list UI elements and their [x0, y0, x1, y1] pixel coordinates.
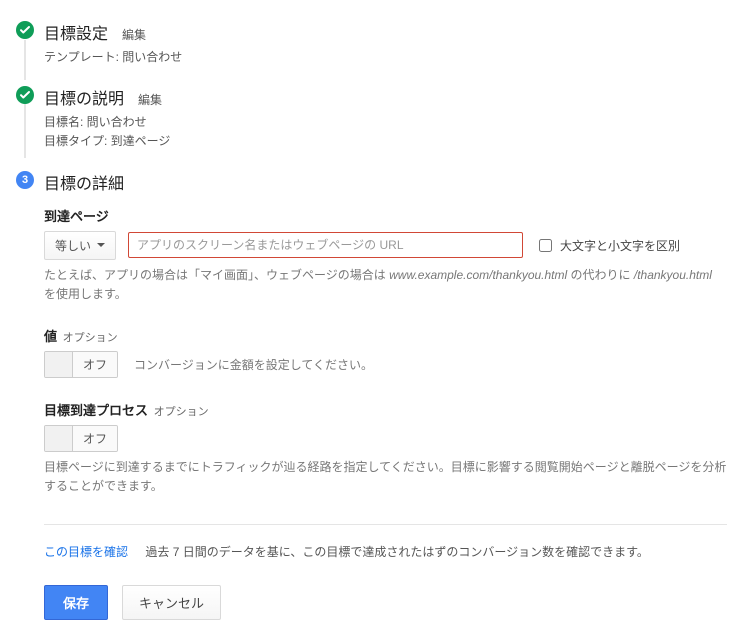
edit-link[interactable]: 編集	[138, 91, 162, 108]
goal-setup-wizard: 目標設定 編集 テンプレート: 問い合わせ 目標の説明 編集 目標名: 問い合わ…	[16, 20, 727, 620]
step-goal-setup: 目標設定 編集 テンプレート: 問い合わせ	[16, 20, 727, 67]
funnel-help: 目標ページに到達するまでにトラフィックが辿る経路を指定してください。目標に影響す…	[44, 458, 727, 496]
check-circle-icon	[16, 21, 34, 39]
value-heading: 値 オプション	[44, 326, 727, 345]
action-buttons: 保存 キャンセル	[44, 585, 727, 620]
verify-description: 過去 7 日間のデータを基に、この目標で達成されたはずのコンバージョン数を確認で…	[145, 545, 649, 559]
chevron-down-icon	[97, 243, 105, 247]
step-summary-type: 目標タイプ: 到達ページ	[44, 132, 727, 151]
value-help: コンバージョンに金額を設定してください。	[134, 356, 373, 373]
toggle-track	[45, 426, 73, 451]
divider	[44, 524, 727, 525]
toggle-state: オフ	[73, 426, 117, 451]
value-toggle[interactable]: オフ	[44, 351, 118, 378]
case-sensitive-label: 大文字と小文字を区別	[560, 237, 680, 254]
step-summary: テンプレート: 問い合わせ	[44, 48, 727, 67]
funnel-toggle[interactable]: オフ	[44, 425, 118, 452]
match-type-dropdown[interactable]: 等しい	[44, 231, 116, 260]
step-goal-details: 3 目標の詳細 到達ページ 等しい 大文字と小文字を区別 たとえば、アプリの場合…	[16, 170, 727, 621]
toggle-track	[45, 352, 73, 377]
case-sensitive-checkbox[interactable]	[539, 239, 552, 252]
edit-link[interactable]: 編集	[122, 26, 146, 43]
cancel-button[interactable]: キャンセル	[122, 585, 221, 620]
funnel-heading: 目標到達プロセス オプション	[44, 400, 727, 419]
destination-row: 等しい 大文字と小文字を区別	[44, 231, 727, 260]
step-number-icon: 3	[16, 171, 34, 189]
save-button[interactable]: 保存	[44, 585, 108, 620]
step-summary-name: 目標名: 問い合わせ	[44, 113, 727, 132]
destination-label: 到達ページ	[44, 206, 727, 225]
step-title: 目標の説明	[44, 85, 124, 109]
toggle-state: オフ	[73, 352, 117, 377]
step-goal-description: 目標の説明 編集 目標名: 問い合わせ 目標タイプ: 到達ページ	[16, 85, 727, 151]
destination-help: たとえば、アプリの場合は「マイ画面」、ウェブページの場合は www.exampl…	[44, 266, 727, 304]
step-title: 目標の詳細	[44, 170, 124, 194]
step-title: 目標設定	[44, 20, 108, 44]
case-sensitive-option[interactable]: 大文字と小文字を区別	[535, 236, 680, 255]
check-circle-icon	[16, 86, 34, 104]
match-type-selected: 等しい	[55, 237, 91, 254]
verify-goal-link[interactable]: この目標を確認	[44, 545, 128, 559]
destination-url-input[interactable]	[128, 232, 523, 258]
verify-row: この目標を確認 過去 7 日間のデータを基に、この目標で達成されたはずのコンバー…	[44, 543, 727, 561]
